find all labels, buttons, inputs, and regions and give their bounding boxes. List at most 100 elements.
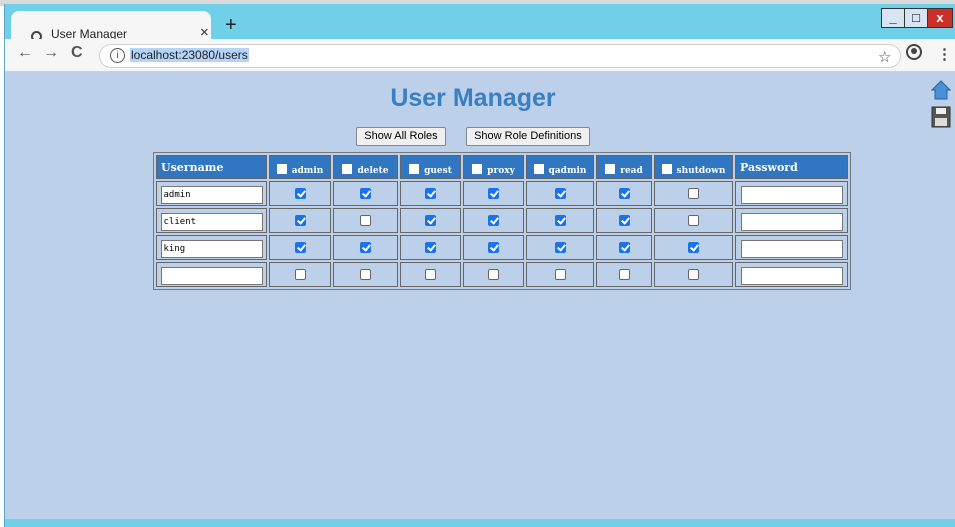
window-controls: _ □ x (881, 8, 953, 28)
role-header-shutdown[interactable]: shutdown (654, 155, 733, 179)
show-role-definitions-button[interactable]: Show Role Definitions (466, 127, 590, 146)
role-select-checkbox[interactable] (605, 163, 616, 174)
browser-window: User Manager × + _ □ x ← → C i localhost… (4, 4, 955, 527)
address-bar[interactable]: i localhost:23080/users (99, 44, 901, 68)
role-select-checkbox[interactable] (276, 163, 287, 174)
role-checkbox[interactable] (618, 268, 630, 280)
username-input[interactable] (160, 239, 263, 258)
username-header: Username (156, 155, 267, 179)
role-checkbox[interactable] (488, 268, 499, 280)
username-cell (156, 262, 267, 287)
password-header: Password (735, 155, 848, 179)
role-checkbox[interactable] (294, 241, 306, 253)
role-cell-qadmin (526, 208, 594, 233)
role-cell-qadmin (526, 262, 594, 287)
role-cell-delete (333, 262, 398, 287)
role-cell-admin (269, 208, 331, 233)
header-row: Username admin delete guest proxy qadmin… (156, 155, 848, 179)
role-checkbox[interactable] (294, 268, 306, 280)
role-checkbox[interactable] (294, 214, 306, 226)
role-checkbox[interactable] (688, 268, 699, 280)
role-cell-proxy (463, 208, 524, 233)
new-tab-button[interactable]: + (225, 14, 237, 37)
role-checkbox[interactable] (554, 214, 566, 226)
page-content: User Manager Show All Roles Show Role De… (5, 72, 955, 523)
role-checkbox[interactable] (488, 187, 499, 199)
forward-button[interactable]: → (43, 44, 59, 62)
password-cell (735, 235, 848, 260)
username-cell (156, 208, 267, 233)
role-checkbox[interactable] (425, 187, 436, 199)
menu-icon[interactable]: ⋮ (937, 45, 952, 63)
role-checkbox[interactable] (294, 187, 306, 199)
role-select-checkbox[interactable] (409, 163, 420, 174)
role-header-guest[interactable]: guest (400, 155, 461, 179)
username-cell (156, 235, 267, 260)
role-checkbox[interactable] (618, 241, 630, 253)
users-table: Username admin delete guest proxy qadmin… (153, 152, 851, 290)
role-cell-delete (333, 208, 398, 233)
role-cell-delete (333, 235, 398, 260)
role-checkbox[interactable] (554, 187, 566, 199)
browser-tab[interactable]: User Manager × (11, 11, 211, 42)
password-input[interactable] (740, 239, 843, 258)
role-cell-read (596, 235, 652, 260)
role-checkbox[interactable] (360, 187, 371, 199)
button-bar: Show All Roles Show Role Definitions (5, 126, 941, 146)
reload-button[interactable]: C (71, 44, 83, 62)
role-checkbox[interactable] (618, 187, 630, 199)
role-select-checkbox[interactable] (661, 163, 672, 174)
user-row (156, 208, 848, 233)
role-checkbox[interactable] (360, 268, 371, 280)
role-header-delete[interactable]: delete (333, 155, 398, 179)
username-input[interactable] (160, 266, 263, 285)
role-checkbox[interactable] (425, 268, 436, 280)
role-select-checkbox[interactable] (533, 163, 544, 174)
role-checkbox[interactable] (688, 187, 699, 199)
user-row (156, 262, 848, 287)
info-icon[interactable]: i (110, 48, 125, 63)
close-button[interactable]: x (927, 8, 953, 28)
role-checkbox[interactable] (688, 241, 699, 253)
role-checkbox[interactable] (688, 214, 699, 226)
bookmark-star-icon[interactable]: ☆ (878, 48, 891, 66)
show-all-roles-button[interactable]: Show All Roles (356, 127, 446, 146)
role-cell-read (596, 262, 652, 287)
password-input[interactable] (740, 266, 843, 285)
role-cell-proxy (463, 235, 524, 260)
role-select-checkbox[interactable] (472, 163, 483, 174)
role-cell-shutdown (654, 262, 733, 287)
maximize-button[interactable]: □ (904, 8, 928, 28)
role-checkbox[interactable] (360, 241, 371, 253)
password-input[interactable] (740, 185, 843, 204)
role-cell-admin (269, 262, 331, 287)
title-bar: User Manager × + _ □ x (5, 4, 955, 42)
role-header-read[interactable]: read (596, 155, 652, 179)
role-header-admin[interactable]: admin (269, 155, 331, 179)
browser-toolbar: ← → C i localhost:23080/users ☆ ⋮ (5, 39, 955, 72)
role-cell-guest (400, 208, 461, 233)
role-checkbox[interactable] (618, 214, 630, 226)
role-checkbox[interactable] (360, 214, 371, 226)
role-checkbox[interactable] (554, 241, 566, 253)
role-checkbox[interactable] (488, 214, 499, 226)
role-checkbox[interactable] (554, 268, 566, 280)
role-header-qadmin[interactable]: qadmin (526, 155, 594, 179)
back-button[interactable]: ← (17, 44, 33, 62)
password-input[interactable] (740, 212, 843, 231)
minimize-button[interactable]: _ (881, 8, 905, 28)
role-checkbox[interactable] (425, 241, 436, 253)
url-text[interactable]: localhost:23080/users (130, 48, 249, 62)
role-checkbox[interactable] (425, 214, 436, 226)
username-input[interactable] (160, 185, 263, 204)
role-cell-qadmin (526, 181, 594, 206)
role-cell-guest (400, 262, 461, 287)
role-cell-delete (333, 181, 398, 206)
role-cell-qadmin (526, 235, 594, 260)
role-select-checkbox[interactable] (342, 163, 353, 174)
profile-icon[interactable] (906, 44, 922, 60)
role-cell-proxy (463, 262, 524, 287)
role-header-proxy[interactable]: proxy (463, 155, 524, 179)
role-checkbox[interactable] (488, 241, 499, 253)
username-input[interactable] (160, 212, 263, 231)
